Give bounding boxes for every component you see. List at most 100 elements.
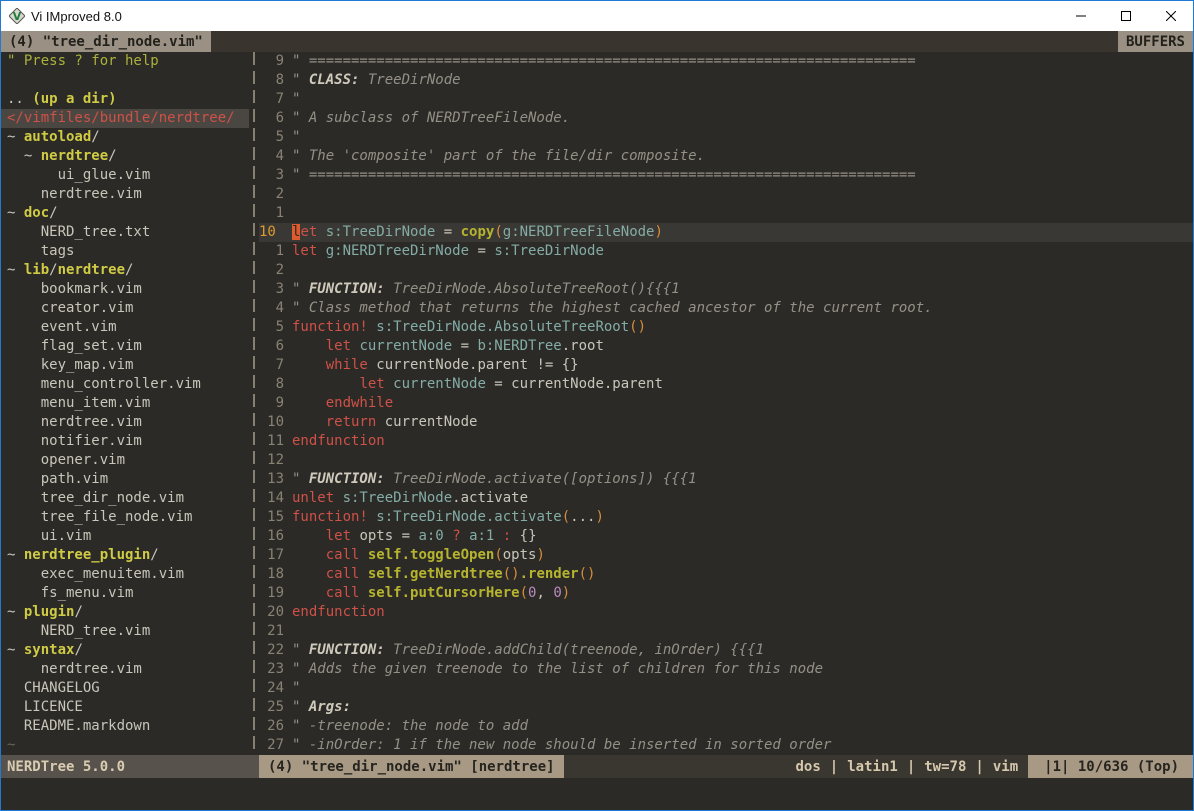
tree-line[interactable]: tree_dir_node.vim [1, 489, 249, 508]
code-line[interactable]: 20endfunction [259, 603, 1193, 622]
code-line[interactable]: 21 [259, 622, 1193, 641]
line-number: 19 [259, 584, 284, 603]
tree-line[interactable]: " Press ? for help [1, 52, 249, 71]
code-token [292, 395, 326, 411]
tree-line[interactable]: nerdtree.vim [1, 185, 249, 204]
tree-line[interactable] [1, 71, 249, 90]
code-line-current[interactable]: 10let s:TreeDirNode = copy(g:NERDTreeFil… [259, 223, 1193, 242]
tree-line[interactable]: .. (up a dir) [1, 90, 249, 109]
code-line[interactable]: 18 call self.getNerdtree().render() [259, 565, 1193, 584]
code-line[interactable]: 5function! s:TreeDirNode.AbsoluteTreeRoo… [259, 318, 1193, 337]
statusline: NERDTree 5.0.0 (4) "tree_dir_node.vim" [… [1, 755, 1193, 778]
code-line[interactable]: 3" =====================================… [259, 166, 1193, 185]
tree-line[interactable]: flag_set.vim [1, 337, 249, 356]
tree-line-selected[interactable]: </vimfiles/bundle/nerdtree/ [1, 109, 249, 128]
code-line[interactable]: 5" [259, 128, 1193, 147]
tree-line[interactable]: ~ [1, 736, 249, 755]
tree-line[interactable]: notifier.vim [1, 432, 249, 451]
tree-line[interactable]: opener.vim [1, 451, 249, 470]
code-line[interactable]: 2 [259, 261, 1193, 280]
tree-line[interactable]: ~ nerdtree_plugin/ [1, 546, 249, 565]
code-line[interactable]: 24" [259, 679, 1193, 698]
code-text: " Class method that returns the highest … [292, 299, 933, 318]
code-token: .render [520, 566, 579, 582]
tree-line[interactable]: nerdtree.vim [1, 413, 249, 432]
status-option: vim [993, 759, 1018, 775]
code-line[interactable]: 7" [259, 90, 1193, 109]
code-line[interactable]: 8" CLASS: TreeDirNode [259, 71, 1193, 90]
code-line[interactable]: 4" The 'composite' part of the file/dir … [259, 147, 1193, 166]
code-token: ) [562, 585, 570, 601]
tree-line[interactable]: ~ plugin/ [1, 603, 249, 622]
tree-line[interactable]: event.vim [1, 318, 249, 337]
code-line[interactable]: 2 [259, 185, 1193, 204]
tree-line[interactable]: NERD_tree.vim [1, 622, 249, 641]
code-line[interactable]: 7 while currentNode.parent != {} [259, 356, 1193, 375]
line-number: 15 [259, 508, 284, 527]
tree-line[interactable]: tree_file_node.vim [1, 508, 249, 527]
code-line[interactable]: 6" A subclass of NERDTreeFileNode. [259, 109, 1193, 128]
tab-buffers[interactable]: BUFFERS [1118, 31, 1193, 52]
tree-line[interactable]: key_map.vim [1, 356, 249, 375]
code-token [292, 414, 326, 430]
code-line[interactable]: 6 let currentNode = b:NERDTree.root [259, 337, 1193, 356]
tree-line[interactable]: ~ lib/nerdtree/ [1, 261, 249, 280]
code-line[interactable]: 25" Args: [259, 698, 1193, 717]
status-separator: | [966, 759, 992, 775]
code-line[interactable]: 14unlet s:TreeDirNode.activate [259, 489, 1193, 508]
close-button[interactable] [1148, 1, 1193, 31]
code-line[interactable]: 10 return currentNode [259, 413, 1193, 432]
tree-line[interactable]: bookmark.vim [1, 280, 249, 299]
tree-line[interactable]: ~ syntax/ [1, 641, 249, 660]
vim-logo-icon[interactable]: V [9, 8, 25, 24]
code-line[interactable]: 9 endwhile [259, 394, 1193, 413]
tree-line[interactable]: LICENCE [1, 698, 249, 717]
code-line[interactable]: 13" FUNCTION: TreeDirNode.activate([opti… [259, 470, 1193, 489]
code-text: " -inOrder: 1 if the new node should be … [292, 736, 831, 755]
tree-line[interactable]: exec_menuitem.vim [1, 565, 249, 584]
tree-line[interactable]: ~ doc/ [1, 204, 249, 223]
tree-line[interactable]: NERD_tree.txt [1, 223, 249, 242]
tree-line[interactable]: README.markdown [1, 717, 249, 736]
tree-line[interactable]: CHANGELOG [1, 679, 249, 698]
tree-line[interactable]: menu_controller.vim [1, 375, 249, 394]
window-separator[interactable] [249, 52, 259, 755]
code-line[interactable]: 1let g:NERDTreeDirNode = s:TreeDirNode [259, 242, 1193, 261]
line-number: 4 [259, 299, 284, 318]
code-token: ~ [7, 547, 24, 563]
nerdtree-panel[interactable]: " Press ? for help .. (up a dir)</vimfile… [1, 52, 249, 755]
tree-line[interactable]: ~ autoload/ [1, 128, 249, 147]
code-line[interactable]: 1 [259, 204, 1193, 223]
tree-line[interactable]: fs_menu.vim [1, 584, 249, 603]
tree-line[interactable]: creator.vim [1, 299, 249, 318]
maximize-button[interactable] [1103, 1, 1148, 31]
code-token: unlet [292, 490, 343, 506]
code-line[interactable]: 4 " Class method that returns the highest… [259, 299, 1193, 318]
tree-line[interactable]: tags [1, 242, 249, 261]
code-line[interactable]: 23" Adds the given treenode to the list … [259, 660, 1193, 679]
code-line[interactable]: 15function! s:TreeDirNode.activate(...) [259, 508, 1193, 527]
code-line[interactable]: 11endfunction [259, 432, 1193, 451]
code-token: opener.vim [7, 452, 125, 468]
code-line[interactable]: 9" =====================================… [259, 52, 1193, 71]
code-line[interactable]: 17 call self.toggleOpen(opts) [259, 546, 1193, 565]
tree-line[interactable]: ui_glue.vim [1, 166, 249, 185]
tree-line[interactable]: ~ nerdtree/ [1, 147, 249, 166]
code-line[interactable]: 3" FUNCTION: TreeDirNode.AbsoluteTreeRoo… [259, 280, 1193, 299]
code-token: FUNCTION: [309, 471, 393, 487]
code-line[interactable]: 19 call self.putCursorHere(0, 0) [259, 584, 1193, 603]
code-line[interactable]: 22" FUNCTION: TreeDirNode.addChild(treen… [259, 641, 1193, 660]
code-line[interactable]: 27" -inOrder: 1 if the new node should b… [259, 736, 1193, 755]
code-token: () [629, 319, 646, 335]
code-line[interactable]: 8 let currentNode = currentNode.parent [259, 375, 1193, 394]
code-line[interactable]: 12 [259, 451, 1193, 470]
tree-line[interactable]: menu_item.vim [1, 394, 249, 413]
code-line[interactable]: 26" -treenode: the node to add [259, 717, 1193, 736]
tab-current[interactable]: (4) "tree_dir_node.vim" [1, 31, 211, 52]
editor-panel[interactable]: 9" =====================================… [259, 52, 1193, 755]
tree-line[interactable]: ui.vim [1, 527, 249, 546]
minimize-button[interactable] [1058, 1, 1103, 31]
code-line[interactable]: 16 let opts = a:0 ? a:1 : {} [259, 527, 1193, 546]
tree-line[interactable]: nerdtree.vim [1, 660, 249, 679]
tree-line[interactable]: path.vim [1, 470, 249, 489]
